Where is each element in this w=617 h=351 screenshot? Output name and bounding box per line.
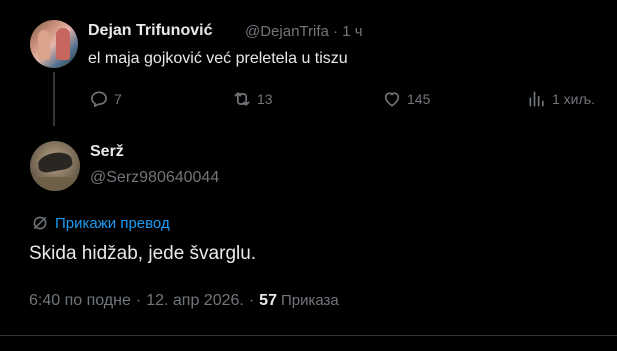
retweet-button[interactable]: 13 [232,89,273,109]
separator-dot: · [248,292,255,309]
tweet-date[interactable]: 12. апр 2026. [146,292,244,310]
reply-avatar[interactable] [30,141,80,191]
retweet-icon [234,92,250,106]
avatar-bird [36,150,74,174]
views-count: 1 хиљ. [552,91,596,107]
parent-time[interactable]: 1 ч [342,23,362,40]
translate-link[interactable]: Прикажи превод [31,214,170,232]
divider [0,335,617,336]
parent-handle[interactable]: @DejanTrifa [245,23,329,40]
reply-handle[interactable]: @Serz980640044 [90,169,219,187]
parent-tweet-text: el maja gojković već preletela u tiszu [88,50,348,67]
reply-tweet-text: Skida hidžab, jede švarglu. [29,243,257,264]
separator-dot: · [135,292,142,309]
views-icon [529,91,544,107]
tweet-meta: 6:40 по подне · 12. апр 2026. · 57 Прика… [29,292,339,310]
reply-icon [91,91,107,107]
avatar-figure [38,30,50,60]
like-button[interactable]: 145 [382,89,430,109]
reply-author-name[interactable]: Serž [90,143,124,161]
retweet-count: 13 [257,91,273,107]
separator-dot: · [333,23,339,40]
like-icon [384,92,400,107]
views-label: Приказа [280,292,339,309]
tweet-time[interactable]: 6:40 по подне [29,292,131,310]
reply-count: 7 [114,91,122,107]
avatar-ground [30,177,80,191]
thread-line [53,72,55,126]
parent-handle-time: @DejanTrifa · 1 ч [245,23,363,40]
parent-avatar[interactable] [30,20,78,68]
views-count: 57 [259,292,277,309]
views-button[interactable]: 1 хиљ. [527,89,595,109]
reply-button[interactable]: 7 [89,89,122,109]
like-count: 145 [407,91,431,107]
translate-label[interactable]: Прикажи превод [55,215,170,232]
avatar-figure [56,28,70,60]
parent-author-name[interactable]: Dejan Trifunović [88,22,212,40]
translate-icon [33,216,47,230]
